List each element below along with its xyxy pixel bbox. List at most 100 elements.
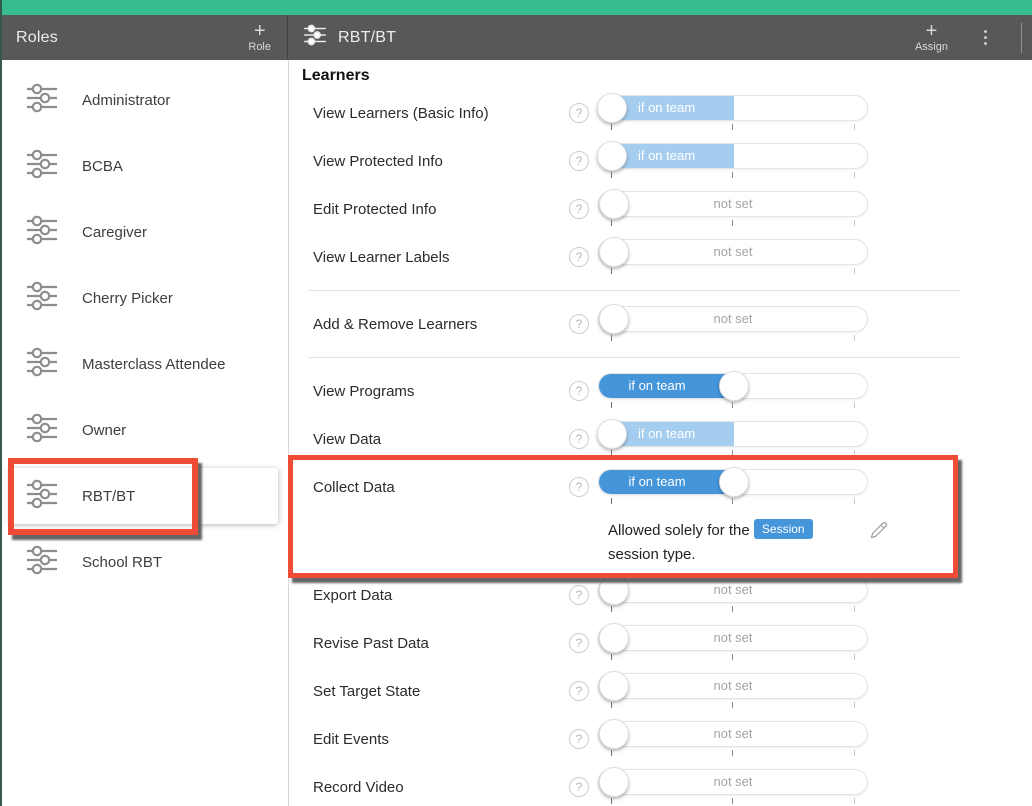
toggle-ticks	[598, 335, 868, 343]
toggle-value-label: if on team	[638, 100, 695, 115]
toggle-track[interactable]: not set	[598, 673, 868, 699]
permission-toggle-revise-past-data[interactable]: not set	[598, 625, 868, 662]
help-icon[interactable]: ?	[569, 633, 589, 653]
role-label: Owner	[82, 422, 126, 439]
pencil-icon[interactable]	[870, 521, 888, 544]
app-window: Roles + Role RBT/BT + Assign	[0, 0, 1032, 806]
toggle-value-label: not set	[599, 722, 867, 746]
permission-row-add-remove-learners: Add & Remove Learners?not set	[290, 300, 1032, 348]
toggle-value-label: not set	[599, 240, 867, 264]
toggle-track[interactable]: if on team	[598, 421, 868, 447]
role-sliders-icon	[24, 281, 60, 316]
toggle-track[interactable]: if on team	[598, 95, 868, 121]
session-type-badge: Session	[754, 519, 813, 539]
toggle-knob[interactable]	[719, 467, 749, 497]
permission-toggle-edit-events[interactable]: not set	[598, 721, 868, 758]
toggle-knob[interactable]	[719, 371, 749, 401]
toggle-track[interactable]: not set	[598, 769, 868, 795]
toggle-knob[interactable]	[599, 237, 629, 267]
sidebar-item-rbt-bt[interactable]: RBT/BT	[10, 468, 278, 524]
toggle-knob[interactable]	[599, 719, 629, 749]
toggle-knob[interactable]	[597, 93, 627, 123]
permissions-panel: Learners View Learners (Basic Info)?if o…	[290, 60, 1032, 806]
toggle-ticks	[598, 498, 868, 506]
permission-label: Revise Past Data	[313, 635, 569, 652]
permission-toggle-view-data[interactable]: if on team	[598, 421, 868, 458]
permission-toggle-add-remove-learners[interactable]: not set	[598, 306, 868, 343]
plus-icon: +	[926, 22, 938, 40]
toggle-knob[interactable]	[599, 671, 629, 701]
role-sliders-icon	[24, 545, 60, 580]
help-icon[interactable]: ?	[569, 477, 589, 497]
permission-label: View Learners (Basic Info)	[313, 105, 569, 122]
toggle-value-label: not set	[599, 674, 867, 698]
toggle-track[interactable]: not set	[598, 306, 868, 332]
permission-toggle-record-video[interactable]: not set	[598, 769, 868, 806]
permission-toggle-view-programs[interactable]: if on team	[598, 373, 868, 410]
help-icon[interactable]: ?	[569, 151, 589, 171]
permission-toggle-view-learners-basic-info-[interactable]: if on team	[598, 95, 868, 132]
role-label: Caregiver	[82, 224, 147, 241]
help-icon[interactable]: ?	[569, 429, 589, 449]
permission-note-collect-data: Allowed solely for the Session session t…	[608, 511, 1032, 571]
toggle-track[interactable]: not set	[598, 239, 868, 265]
toggle-knob[interactable]	[599, 304, 629, 334]
permission-label: Set Target State	[313, 683, 569, 700]
help-icon[interactable]: ?	[569, 777, 589, 797]
sidebar-item-bcba[interactable]: BCBA	[0, 133, 288, 199]
toggle-ticks	[598, 750, 868, 758]
group-divider	[290, 348, 1032, 367]
toggle-knob[interactable]	[597, 141, 627, 171]
toggle-track[interactable]: not set	[598, 721, 868, 747]
add-role-button[interactable]: + Role	[244, 22, 275, 53]
toggle-track[interactable]: if on team	[598, 143, 868, 169]
sidebar-item-masterclass-attendee[interactable]: Masterclass Attendee	[0, 331, 288, 397]
add-role-button-label: Role	[248, 41, 271, 53]
permission-row-edit-events: Edit Events? not set	[290, 715, 1032, 763]
toggle-track[interactable]: if on team	[598, 469, 868, 495]
sidebar-item-caregiver[interactable]: Caregiver	[0, 199, 288, 265]
toggle-knob[interactable]	[597, 419, 627, 449]
toggle-knob[interactable]	[599, 189, 629, 219]
toggle-knob[interactable]	[599, 575, 629, 605]
role-sliders-icon	[302, 24, 328, 51]
permission-toggle-set-target-state[interactable]: not set	[598, 673, 868, 710]
help-icon[interactable]: ?	[569, 681, 589, 701]
toggle-knob[interactable]	[599, 623, 629, 653]
permission-toggle-export-data[interactable]: not set	[598, 577, 868, 614]
sidebar-item-administrator[interactable]: Administrator	[0, 67, 288, 133]
toggle-ticks	[598, 220, 868, 228]
more-options-icon[interactable]	[978, 26, 993, 49]
toggle-track[interactable]: not set	[598, 577, 868, 603]
sidebar-item-cherry-picker[interactable]: Cherry Picker	[0, 265, 288, 331]
toggle-knob[interactable]	[599, 767, 629, 797]
sidebar-item-owner[interactable]: Owner	[0, 397, 288, 463]
permission-row-view-protected-info: View Protected Info?if on team	[290, 137, 1032, 185]
sidebar-item-school-rbt[interactable]: School RBT	[0, 529, 288, 595]
help-icon[interactable]: ?	[569, 199, 589, 219]
role-sliders-icon	[24, 347, 60, 382]
assign-button[interactable]: + Assign	[911, 22, 952, 53]
help-icon[interactable]: ?	[569, 247, 589, 267]
permission-toggle-view-protected-info[interactable]: if on team	[598, 143, 868, 180]
toggle-track[interactable]: not set	[598, 191, 868, 217]
help-icon[interactable]: ?	[569, 103, 589, 123]
help-icon[interactable]: ?	[569, 381, 589, 401]
toggle-ticks	[598, 402, 868, 410]
detail-panel-header: RBT/BT + Assign	[288, 15, 1032, 60]
help-icon[interactable]: ?	[569, 314, 589, 334]
window-left-edge	[0, 0, 2, 806]
help-icon[interactable]: ?	[569, 585, 589, 605]
permission-toggle-edit-protected-info[interactable]: not set	[598, 191, 868, 228]
toggle-value-label: not set	[599, 626, 867, 650]
permission-label: Record Video	[313, 779, 569, 796]
permission-row-set-target-state: Set Target State? not set	[290, 667, 1032, 715]
toggle-track[interactable]: not set	[598, 625, 868, 651]
toggle-track[interactable]: if on team	[598, 373, 868, 399]
permission-label: Edit Events	[313, 731, 569, 748]
help-icon[interactable]: ?	[569, 729, 589, 749]
toggle-ticks	[598, 606, 868, 614]
detail-panel-title: RBT/BT	[338, 29, 396, 47]
permission-toggle-view-learner-labels[interactable]: not set	[598, 239, 868, 276]
permission-toggle-collect-data[interactable]: if on team	[598, 469, 868, 506]
